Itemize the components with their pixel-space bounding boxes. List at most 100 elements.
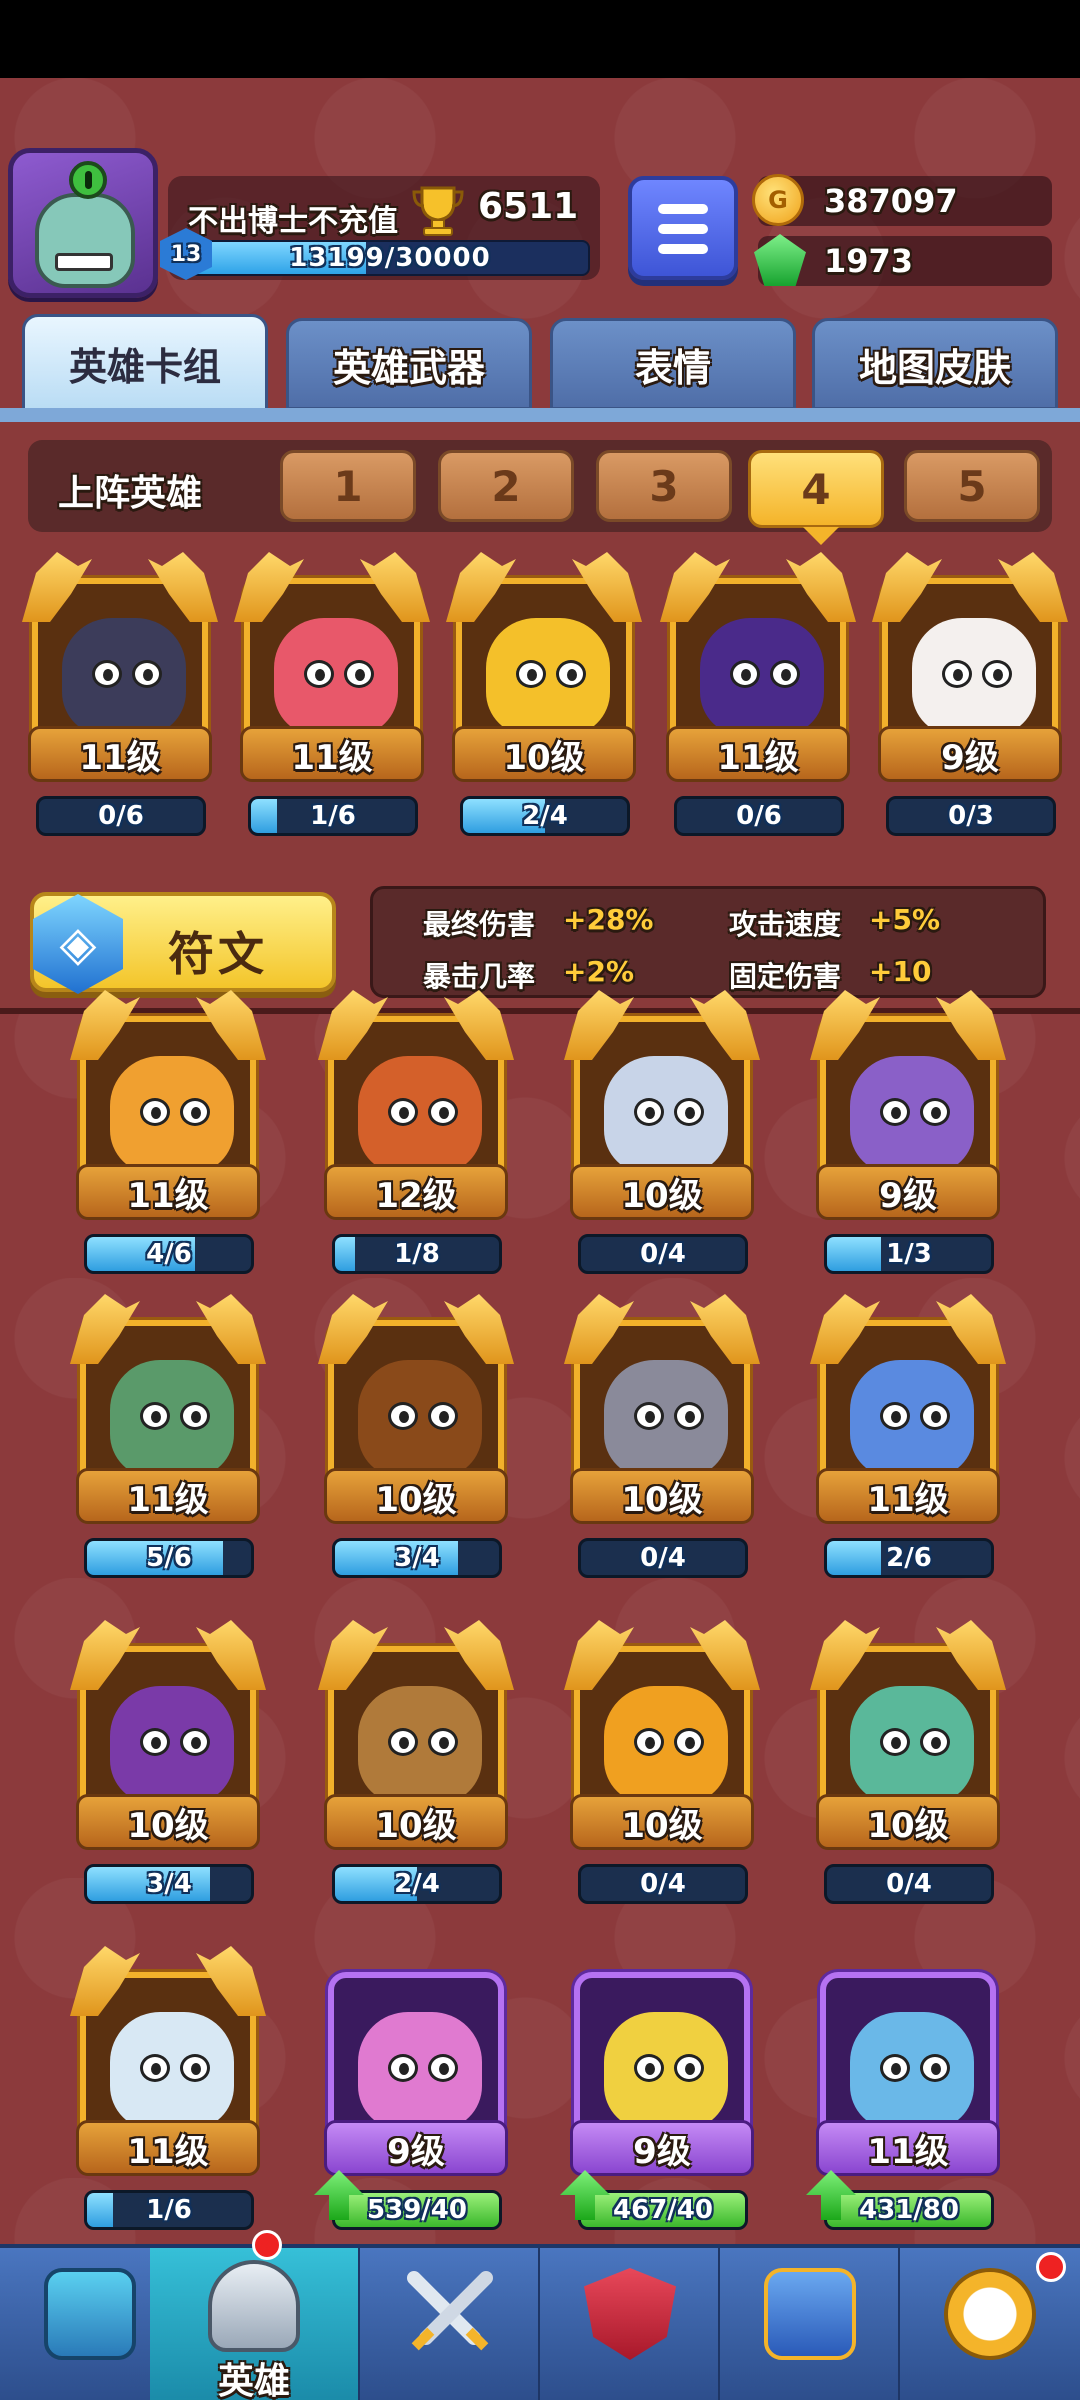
- hero-card[interactable]: 10级 3/4: [318, 1294, 514, 1580]
- card-progress-text: 0/6: [98, 801, 144, 831]
- card-progress-text: 0/6: [736, 801, 782, 831]
- hero-level: 11级: [76, 2120, 260, 2176]
- hero-face: [110, 1360, 234, 1478]
- hero-card[interactable]: 11级 2/6: [810, 1294, 1006, 1580]
- hero-level: 11级: [76, 1468, 260, 1524]
- hero-card[interactable]: 9级 467/40: [560, 1946, 760, 2232]
- hero-eye: [140, 2054, 170, 2082]
- nav-events[interactable]: [900, 2248, 1080, 2400]
- card-progress-bar: 5/6: [84, 1538, 254, 1578]
- player-header: 不出博士不充值 6511 13199/30000 13 387097 1973: [0, 140, 1080, 300]
- hero-face: [604, 1056, 728, 1174]
- hero-card[interactable]: 11级 0/6: [660, 552, 856, 838]
- deck-slot-2[interactable]: 2: [438, 450, 574, 522]
- card-progress-bar: 0/4: [578, 1234, 748, 1274]
- rune-button[interactable]: 符文: [30, 892, 336, 994]
- hero-card[interactable]: 11级 4/6: [70, 990, 266, 1276]
- card-progress-text: 467/40: [613, 2195, 713, 2225]
- hero-face: [700, 618, 824, 736]
- tab-hero-weapons[interactable]: 英雄武器: [286, 318, 532, 410]
- tab-hero-deck[interactable]: 英雄卡组: [22, 314, 268, 412]
- hero-face: [604, 2012, 728, 2130]
- stat-value: +10: [869, 955, 932, 988]
- tab-map-skins[interactable]: 地图皮肤: [812, 318, 1058, 410]
- hero-face: [358, 1056, 482, 1174]
- notification-dot: [252, 2230, 282, 2260]
- hero-eye: [388, 2054, 418, 2082]
- rune-label: 符文: [168, 927, 268, 981]
- hero-card[interactable]: 10级 0/4: [810, 1620, 1006, 1906]
- hero-eye: [880, 1728, 910, 1756]
- trophy-icon: [412, 186, 464, 236]
- hero-eye: [344, 660, 374, 688]
- card-progress-bar: 0/3: [886, 796, 1056, 836]
- hero-card[interactable]: 10级 2/4: [446, 552, 642, 838]
- hero-card[interactable]: 11级 5/6: [70, 1294, 266, 1580]
- hero-eye: [428, 1402, 458, 1430]
- hero-eye: [674, 1098, 704, 1126]
- hero-level: 10级: [324, 1468, 508, 1524]
- menu-button[interactable]: [628, 176, 738, 280]
- card-progress-text: 1/8: [394, 1239, 440, 1269]
- hero-face: [358, 1686, 482, 1804]
- hero-face: [486, 618, 610, 736]
- nav-heroes[interactable]: 英雄: [150, 2230, 360, 2400]
- hero-card[interactable]: 10级 0/4: [564, 1294, 760, 1580]
- card-progress-bar: 2/4: [460, 796, 630, 836]
- card-progress-bar: 2/4: [332, 1864, 502, 1904]
- card-progress-text: 0/4: [886, 1869, 932, 1899]
- hero-card[interactable]: 9级 0/3: [872, 552, 1068, 838]
- hero-face: [850, 1056, 974, 1174]
- hero-card[interactable]: 10级 0/4: [564, 1620, 760, 1906]
- hero-card[interactable]: 10级 2/4: [318, 1620, 514, 1906]
- gold-coin-icon: [752, 174, 804, 226]
- avatar-face: [35, 193, 135, 288]
- hero-card[interactable]: 11级 431/80: [806, 1946, 1006, 2232]
- stat-value: +28%: [563, 903, 654, 936]
- hero-card[interactable]: 9级 1/3: [810, 990, 1006, 1276]
- deck-slot-5[interactable]: 5: [904, 450, 1040, 522]
- hero-eye: [982, 660, 1012, 688]
- stat-name: 暴击几率: [423, 960, 536, 993]
- card-progress-bar: 1/6: [84, 2190, 254, 2230]
- card-progress-text: 4/6: [146, 1239, 192, 1269]
- card-progress-bar: 0/6: [674, 796, 844, 836]
- deck-slot-3[interactable]: 3: [596, 450, 732, 522]
- hero-eye: [428, 1098, 458, 1126]
- hero-face: [110, 2012, 234, 2130]
- hero-card[interactable]: 10级 3/4: [70, 1620, 266, 1906]
- hero-card[interactable]: 9级 539/40: [314, 1946, 514, 2232]
- hero-face: [912, 618, 1036, 736]
- deck-panel: 上阵英雄 1 2 3 4 5 11级 0/6 11级 1/6 10级 2/4 11级 0/6 9…: [0, 422, 1080, 1014]
- notification-dot: [1036, 2252, 1066, 2282]
- nav-social[interactable]: [720, 2248, 900, 2400]
- card-progress-bar: 1/8: [332, 1234, 502, 1274]
- deck-slot-4[interactable]: 4: [748, 450, 884, 545]
- menu-icon-bar: [658, 244, 708, 254]
- tab-emotes[interactable]: 表情: [550, 318, 796, 410]
- hero-eye: [674, 2054, 704, 2082]
- gem-display[interactable]: 1973: [754, 234, 1052, 286]
- hero-eye: [674, 1728, 704, 1756]
- hero-eye: [428, 2054, 458, 2082]
- hero-eye: [920, 2054, 950, 2082]
- hero-face: [358, 1360, 482, 1478]
- hero-eye: [634, 1098, 664, 1126]
- hero-card[interactable]: 10级 0/4: [564, 990, 760, 1276]
- hero-level: 11级: [76, 1164, 260, 1220]
- nav-clan[interactable]: [540, 2248, 720, 2400]
- hero-level: 9级: [570, 2120, 754, 2176]
- hero-eye: [180, 2054, 210, 2082]
- player-avatar[interactable]: [8, 148, 158, 298]
- hero-card[interactable]: 11级 1/6: [70, 1946, 266, 2232]
- hero-card[interactable]: 11级 1/6: [234, 552, 430, 838]
- hero-card[interactable]: 12级 1/8: [318, 990, 514, 1276]
- deck-slot-1[interactable]: 1: [280, 450, 416, 522]
- nav-battle[interactable]: [360, 2248, 540, 2400]
- hero-card[interactable]: 11级 0/6: [22, 552, 218, 838]
- gold-display[interactable]: 387097: [752, 174, 1052, 226]
- tab-underline: [0, 408, 1080, 422]
- compass-icon: [944, 2268, 1036, 2360]
- card-progress-text: 2/4: [522, 801, 568, 831]
- card-progress-bar: 1/3: [824, 1234, 994, 1274]
